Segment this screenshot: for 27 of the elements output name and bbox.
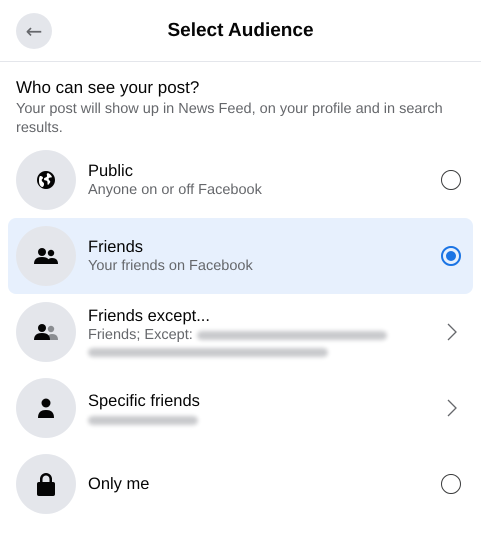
lock-icon xyxy=(36,472,56,496)
radio-button[interactable] xyxy=(441,246,461,266)
audience-option[interactable]: Friends except... Friends; Except: xyxy=(8,294,473,370)
option-subtitle: Your friends on Facebook xyxy=(88,258,253,274)
audience-option[interactable]: Specific friends xyxy=(8,370,473,446)
audience-option[interactable]: Friends Your friends on Facebook xyxy=(8,218,473,294)
audience-option[interactable]: Only me xyxy=(8,446,473,522)
chevron-right-icon xyxy=(447,399,457,417)
option-title: Public xyxy=(88,162,133,181)
option-subtitle: Friends; Except: xyxy=(88,327,193,343)
person-icon xyxy=(37,398,55,418)
back-button[interactable]: ← xyxy=(16,12,52,48)
radio-button[interactable] xyxy=(441,474,461,494)
chevron-right-icon xyxy=(447,323,457,341)
radio-button[interactable] xyxy=(441,170,461,190)
option-title: Friends except... xyxy=(88,307,210,326)
dialog-title: Select Audience xyxy=(167,20,314,40)
option-subtitle: Anyone on or off Facebook xyxy=(88,182,262,198)
description-text: Your post will show up in News Feed, on your profile and in search results. xyxy=(16,100,444,138)
section-heading: Who can see your post? xyxy=(16,78,200,98)
people-icon xyxy=(34,323,58,341)
option-title: Friends xyxy=(88,238,144,257)
globe-icon xyxy=(36,170,56,190)
audience-option[interactable]: Public Anyone on or off Facebook xyxy=(8,142,473,218)
option-title: Specific friends xyxy=(88,392,200,410)
option-title: Only me xyxy=(88,474,150,494)
people-icon xyxy=(34,247,58,265)
